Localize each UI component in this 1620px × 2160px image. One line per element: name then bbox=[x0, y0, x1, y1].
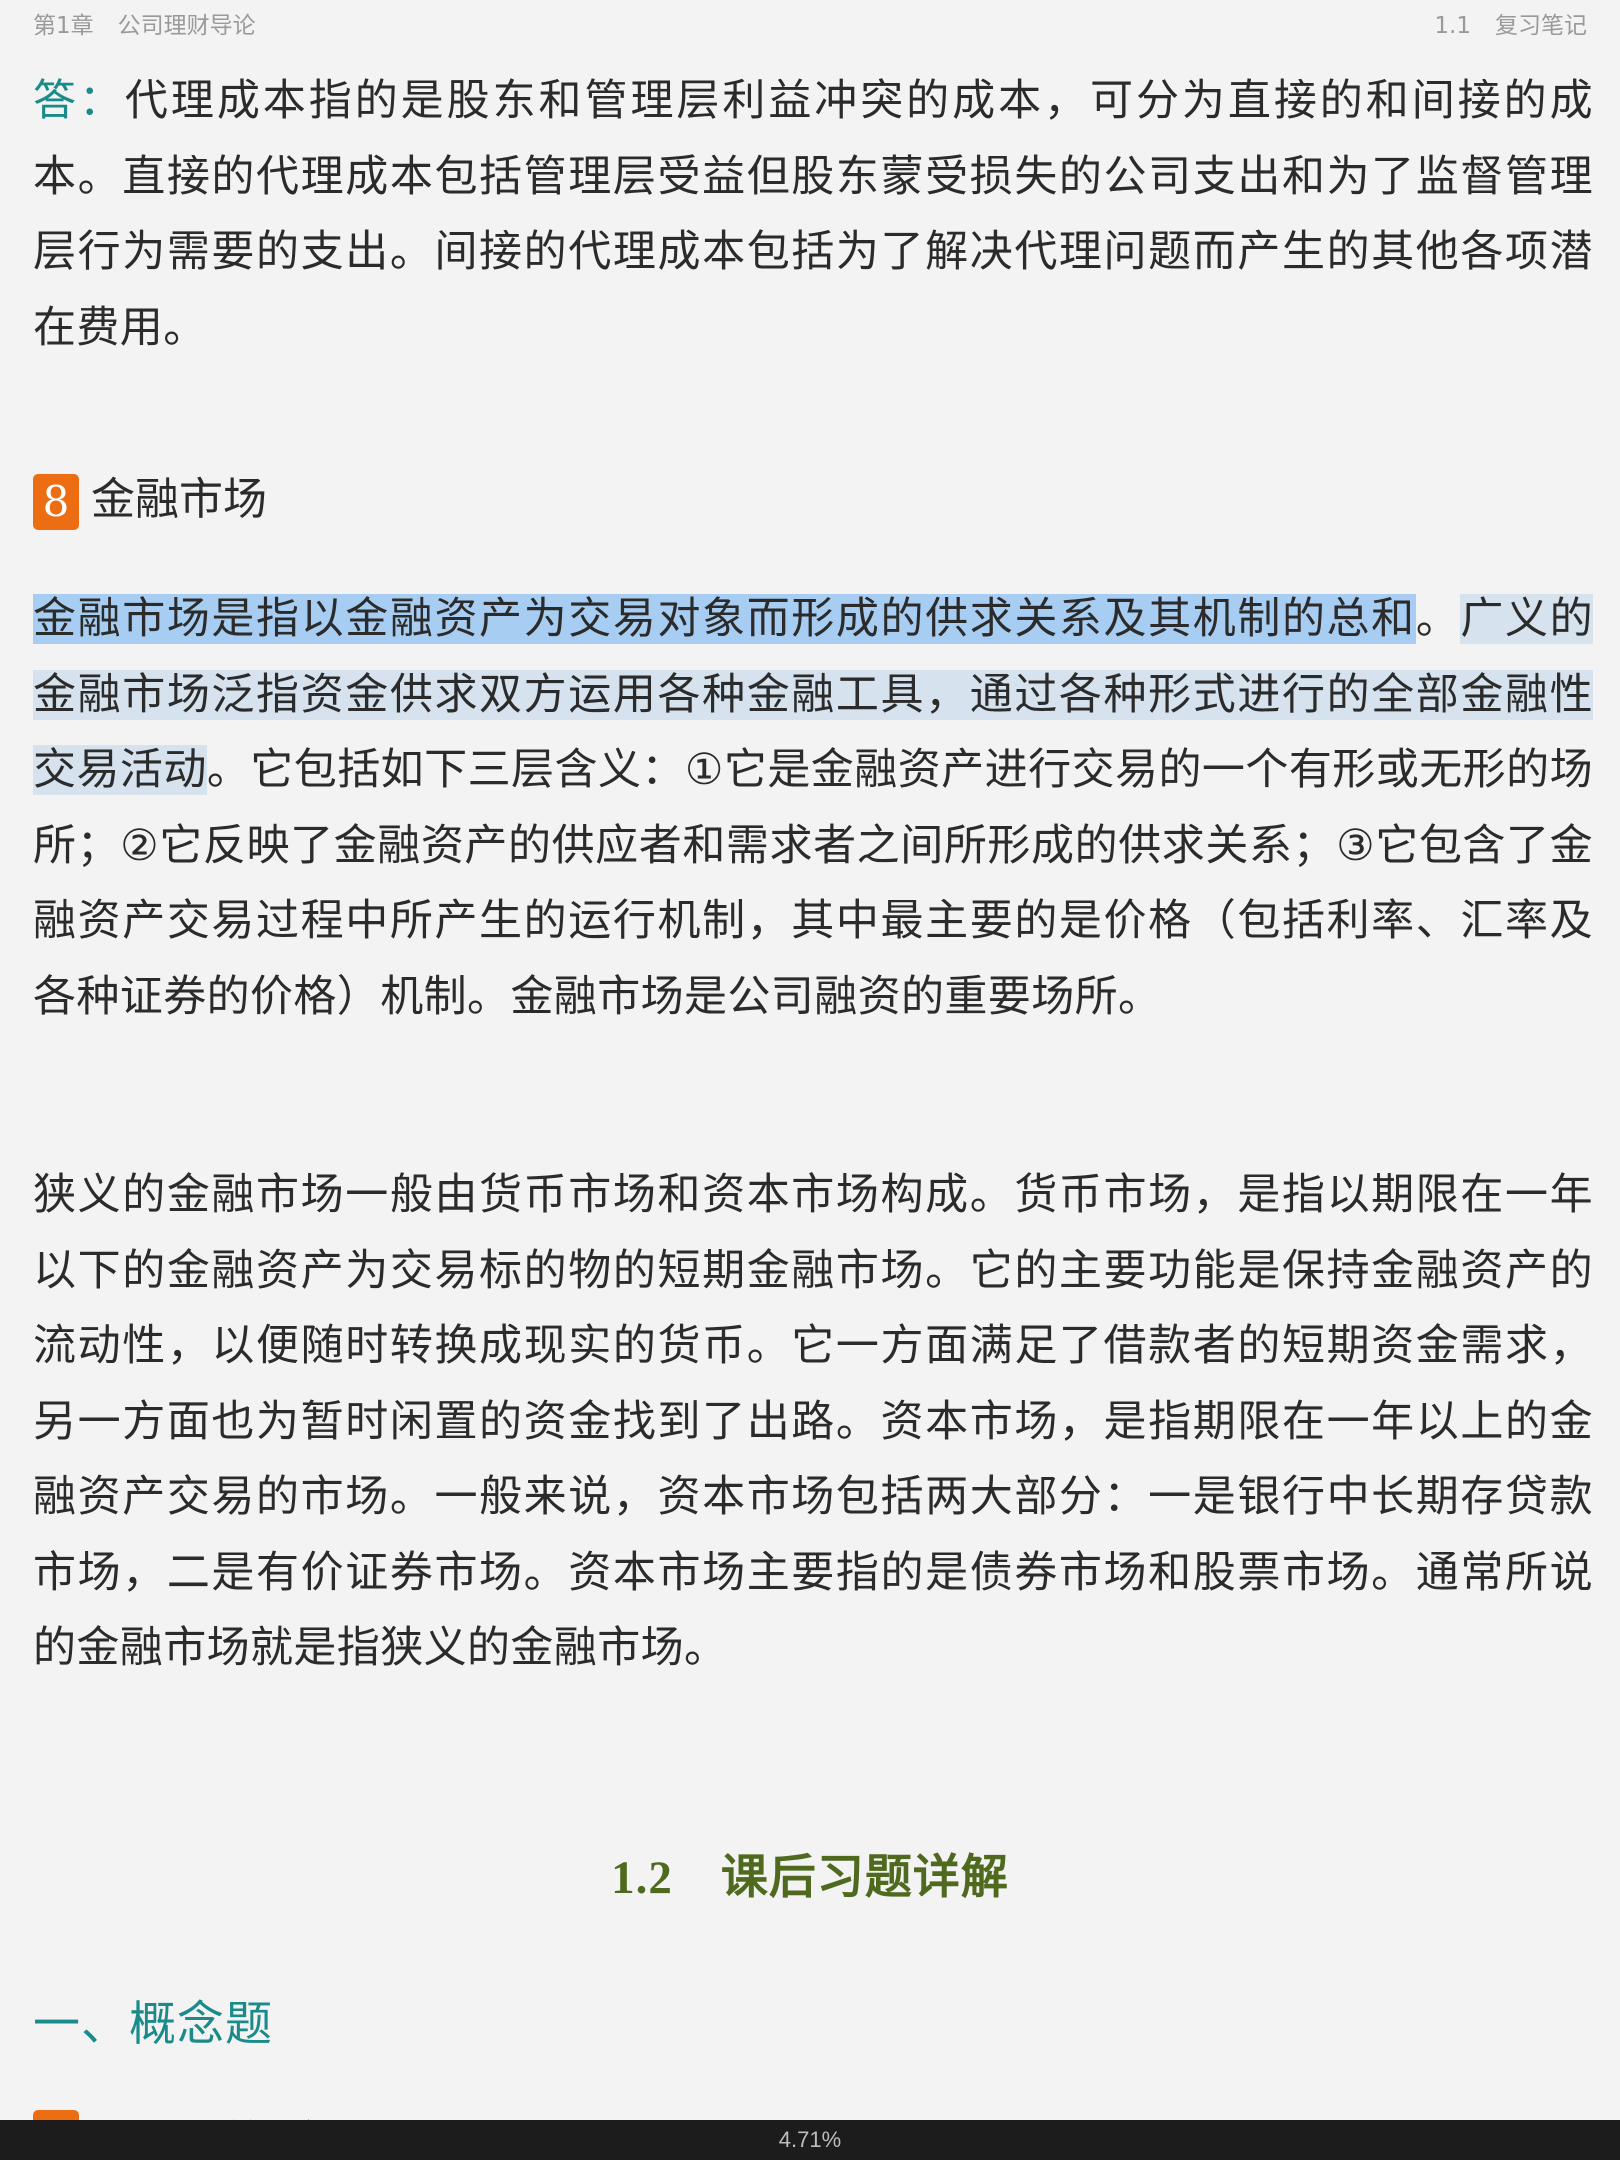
category-heading: 一、概念题 bbox=[33, 1997, 273, 2052]
next-item-badge bbox=[33, 2110, 79, 2120]
reading-progress-bar[interactable]: 4.71% bbox=[0, 2120, 1620, 2160]
section-heading-title: 金融市场 bbox=[91, 474, 267, 525]
section-heading: 8 金融市场 bbox=[33, 470, 267, 530]
paragraph-rest: 。它包括如下三层含义：①它是金融资产进行交易的一个有形或无形的场所；②它反映了金… bbox=[33, 745, 1593, 1022]
header-section: 1.1 复习笔记 bbox=[1434, 6, 1587, 40]
next-item-text: 资本预算（ bbox=[93, 2106, 313, 2120]
section-number-badge: 8 bbox=[33, 474, 79, 530]
reading-progress-text: 4.71% bbox=[778, 2127, 842, 2152]
next-item-partial: 资本预算（ bbox=[33, 2100, 673, 2120]
chapter-number: 第1章 bbox=[33, 13, 94, 39]
running-header: 第1章 公司理财导论 1.1 复习笔记 bbox=[33, 6, 1587, 39]
subsection-number: 1.2 bbox=[611, 1852, 673, 1904]
section-number: 1.1 bbox=[1434, 13, 1471, 39]
answer-label: 答： bbox=[33, 76, 125, 126]
chapter-title: 公司理财导论 bbox=[117, 13, 256, 39]
answer-text: 代理成本指的是股东和管理层利益冲突的成本，可分为直接的和间接的成本。直接的代理成… bbox=[33, 76, 1593, 353]
narrow-market-paragraph: 狭义的金融市场一般由货币市场和资本市场构成。货币市场，是指以期限在一年以下的金融… bbox=[33, 1170, 1593, 1673]
header-chapter: 第1章 公司理财导论 bbox=[33, 6, 256, 40]
reader-page[interactable]: 第1章 公司理财导论 1.1 复习笔记 答：代理成本指的是股东和管理层利益冲突的成本… bbox=[0, 0, 1620, 2120]
section-title: 复习笔记 bbox=[1495, 13, 1587, 39]
answer-paragraph: 答：代理成本指的是股东和管理层利益冲突的成本，可分为直接的和间接的成本。直接的代… bbox=[33, 64, 1593, 366]
highlight-definition[interactable]: 金融市场是指以金融资产为交易对象而形成的供求关系及其机制的总和 bbox=[33, 594, 1416, 644]
sentence-period: 。 bbox=[1415, 594, 1461, 644]
subsection-title: 1.2 课后习题详解 bbox=[0, 1838, 1620, 1907]
financial-market-paragraph[interactable]: 金融市场是指以金融资产为交易对象而形成的供求关系及其机制的总和。广义的金融市场泛… bbox=[33, 582, 1594, 1035]
subsection-title-text: 课后习题详解 bbox=[720, 1852, 1009, 1904]
